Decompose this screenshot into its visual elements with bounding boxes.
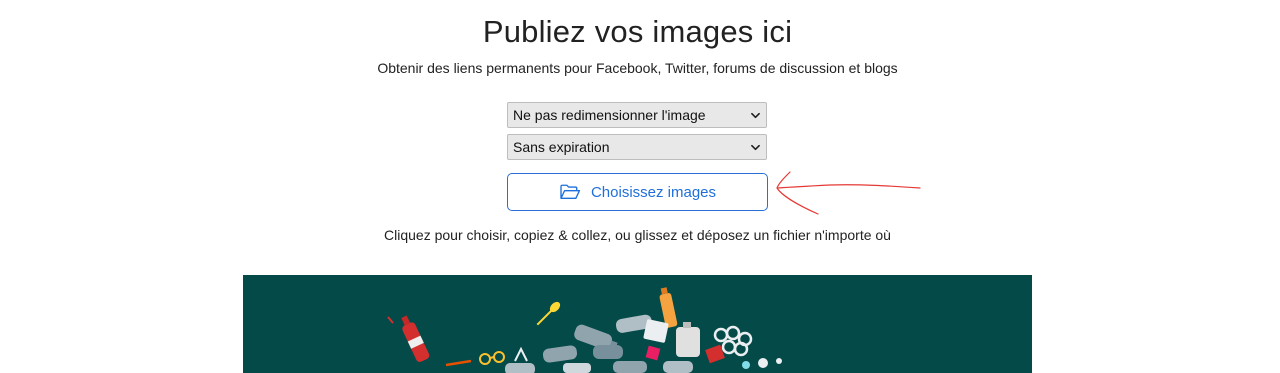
choose-images-button[interactable]: Choisissez images: [507, 173, 768, 211]
resize-select[interactable]: Ne pas redimensionner l'image: [507, 102, 767, 128]
expiration-select-value: Sans expiration: [513, 139, 610, 155]
promo-banner-image: [243, 275, 1032, 373]
upload-hint: Cliquez pour choisir, copiez & collez, o…: [384, 227, 891, 243]
plastic-waste-illustration: [387, 287, 782, 373]
page-subtitle: Obtenir des liens permanents pour Facebo…: [377, 60, 898, 76]
chevron-down-icon: [751, 112, 760, 119]
resize-select-value: Ne pas redimensionner l'image: [513, 107, 706, 123]
folder-open-icon: [560, 184, 581, 199]
chevron-down-icon: [751, 144, 760, 151]
page-title: Publiez vos images ici: [482, 14, 793, 49]
red-arrow-annotation: [776, 171, 921, 215]
expiration-select[interactable]: Sans expiration: [507, 134, 767, 160]
choose-images-label: Choisissez images: [590, 183, 717, 201]
